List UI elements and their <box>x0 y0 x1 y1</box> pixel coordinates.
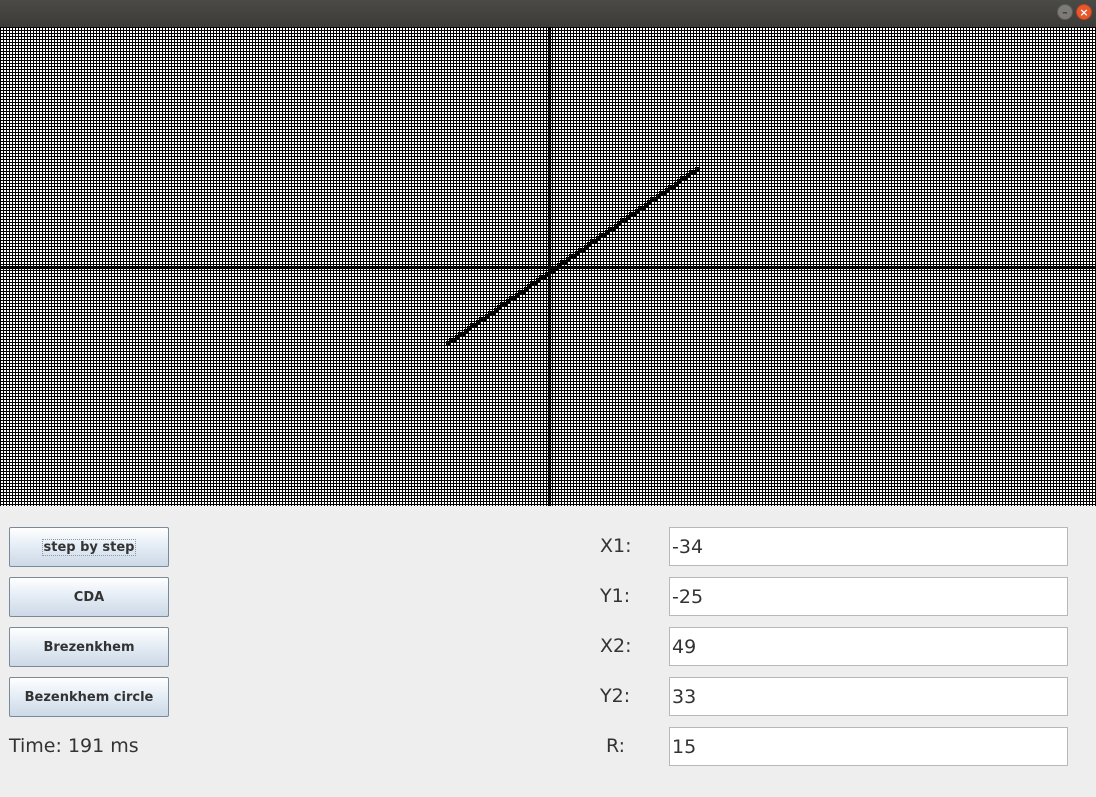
r-label: R: <box>606 735 626 757</box>
time-label: Time: 191 ms <box>9 735 139 757</box>
step-by-step-button[interactable]: step by step <box>9 527 169 567</box>
line-pixel <box>695 167 699 171</box>
minimize-icon[interactable]: – <box>1057 4 1073 20</box>
rasterized-line <box>446 167 699 345</box>
close-icon[interactable]: × <box>1076 4 1092 20</box>
brezenkhem-button[interactable]: Brezenkhem <box>9 627 169 667</box>
x2-label: X2: <box>600 635 632 657</box>
bezenkhem-circle-button[interactable]: Bezenkhem circle <box>9 677 169 717</box>
drawing-canvas[interactable] <box>0 27 1096 506</box>
canvas-overlay <box>0 27 1096 506</box>
y2-label: Y2: <box>600 685 631 707</box>
y-axis <box>548 27 551 506</box>
x1-label: X1: <box>600 535 632 557</box>
bezenkhem-circle-label: Bezenkhem circle <box>24 689 154 705</box>
r-field[interactable] <box>669 727 1068 766</box>
cda-label: CDA <box>73 589 105 605</box>
window-title-bar: – × <box>0 0 1096 27</box>
cda-button[interactable]: CDA <box>9 577 169 617</box>
y2-field[interactable] <box>669 677 1068 716</box>
brezenkhem-label: Brezenkhem <box>43 639 135 655</box>
x2-field[interactable] <box>669 627 1068 666</box>
x1-field[interactable] <box>669 527 1068 566</box>
step-by-step-label: step by step <box>41 538 137 556</box>
y1-label: Y1: <box>600 585 631 607</box>
y1-field[interactable] <box>669 577 1068 616</box>
